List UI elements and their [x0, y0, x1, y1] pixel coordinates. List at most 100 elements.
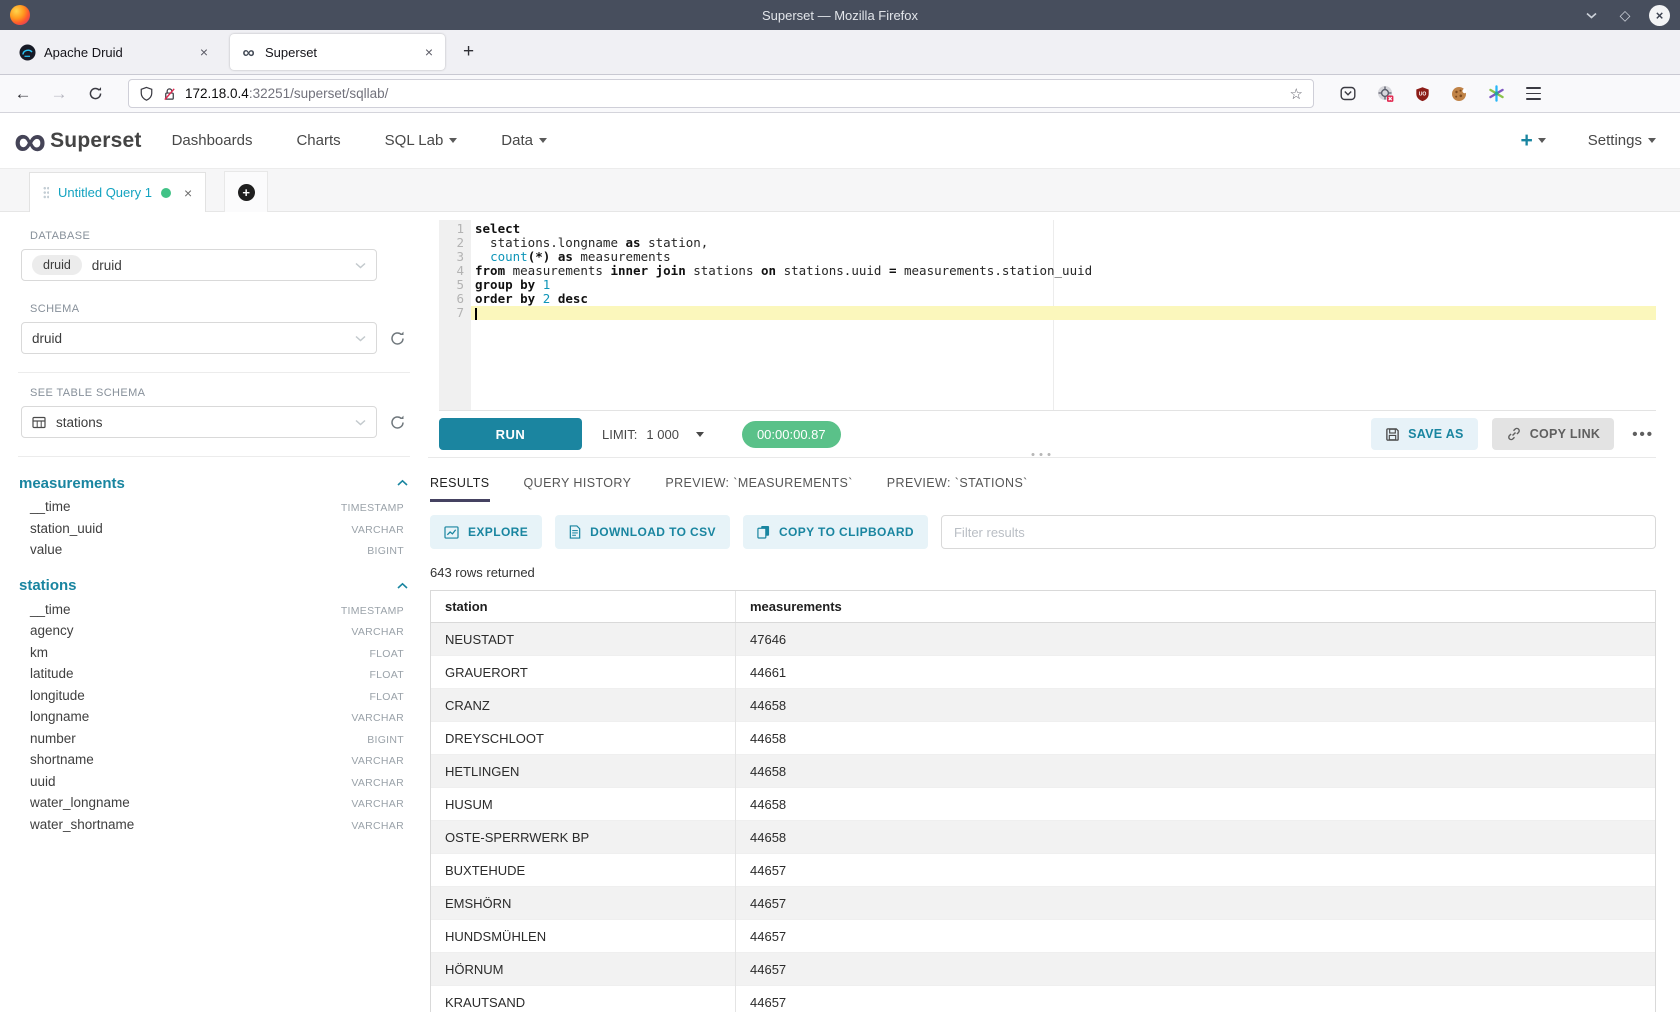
back-button[interactable]: ←: [8, 84, 38, 104]
column-header-station[interactable]: station: [431, 591, 736, 623]
results-tabs: RESULTS QUERY HISTORY PREVIEW: `MEASUREMEN…: [430, 476, 1656, 502]
lock-broken-icon[interactable]: [162, 86, 177, 102]
refresh-schema-icon[interactable]: [389, 330, 406, 347]
window-close-icon[interactable]: ×: [1649, 5, 1670, 26]
editor-line[interactable]: [471, 306, 1656, 320]
sql-editor[interactable]: 1234567 select stations.longname as stat…: [439, 220, 1656, 411]
tab-preview-stations[interactable]: PREVIEW: `STATIONS`: [887, 476, 1028, 499]
editor-line[interactable]: count(*) as measurements: [471, 250, 1656, 264]
database-badge: druid: [32, 255, 82, 275]
browser-tab-superset[interactable]: ∞ Superset ×: [230, 34, 445, 70]
table-cell: 44661: [736, 656, 1656, 689]
divider: [18, 372, 410, 373]
tab-results[interactable]: RESULTS: [430, 476, 490, 502]
query-tab-untitled-query-1[interactable]: Untitled Query 1 ×: [29, 172, 206, 212]
table-cell: NEUSTADT: [431, 623, 736, 656]
divider: [18, 456, 410, 457]
pane-divider[interactable]: [428, 457, 1656, 468]
extension-disabled-icon[interactable]: [1377, 85, 1394, 102]
drag-handle-icon[interactable]: [1029, 452, 1055, 457]
results-table-head-row: stationmeasurements: [431, 591, 1655, 623]
editor-line[interactable]: from measurements inner join stations on…: [471, 264, 1656, 278]
schema-table-measurements[interactable]: measurements: [19, 471, 408, 495]
pocket-icon[interactable]: [1340, 86, 1356, 101]
url-bar[interactable]: 172.18.0.4:32251/superset/sqllab/ ☆: [128, 79, 1314, 108]
infinity-logo-icon: ∞: [14, 123, 44, 159]
table-select[interactable]: stations: [21, 406, 377, 438]
nav-charts[interactable]: Charts: [296, 132, 340, 149]
new-tab-button[interactable]: +: [457, 41, 480, 63]
cookie-icon[interactable]: [1451, 86, 1467, 102]
tab-close-icon[interactable]: ×: [198, 44, 210, 60]
url-text[interactable]: 172.18.0.4:32251/superset/sqllab/: [185, 86, 1282, 101]
reload-button[interactable]: [80, 86, 110, 101]
chevron-up-icon[interactable]: [397, 582, 408, 590]
bookmark-star-icon[interactable]: ☆: [1290, 85, 1303, 103]
database-select[interactable]: druid druid: [21, 249, 377, 281]
schema-column-row: longitudeFLOAT: [30, 688, 404, 710]
editor-line[interactable]: select: [471, 222, 1656, 236]
schema-table-stations[interactable]: stations: [19, 574, 408, 598]
browser-tab-apache-druid[interactable]: Apache Druid ×: [9, 34, 220, 70]
editor-line[interactable]: order by 2 desc: [471, 292, 1656, 306]
window-maximize-icon[interactable]: ◇: [1615, 5, 1635, 25]
asterisk-extension-icon[interactable]: [1488, 85, 1505, 102]
tab-close-icon[interactable]: ×: [423, 44, 435, 60]
plus-circle-icon[interactable]: +: [238, 184, 255, 201]
query-tab-close-icon[interactable]: ×: [184, 185, 192, 201]
chevron-up-icon[interactable]: [397, 479, 408, 487]
window-title: Superset — Mozilla Firefox: [0, 8, 1680, 23]
schema-column-row: water_longnameVARCHAR: [30, 795, 404, 817]
sqllab-sidebar: DATABASE druid druid SCHEMA druid SEE TA…: [10, 212, 418, 1012]
copy-clipboard-button[interactable]: COPY TO CLIPBOARD: [743, 515, 928, 549]
nav-sql-lab[interactable]: SQL Lab: [385, 132, 458, 149]
run-button[interactable]: RUN: [439, 418, 582, 450]
menu-hamburger-icon[interactable]: [1526, 87, 1541, 99]
table-cell: 44657: [736, 953, 1656, 986]
browser-navbar: ← → 172.18.0.4:32251/superset/sqllab/ ☆ …: [0, 75, 1680, 113]
chevron-down-icon: [449, 138, 457, 143]
nav-data[interactable]: Data: [501, 132, 547, 149]
copy-link-button[interactable]: COPY LINK: [1492, 418, 1615, 450]
query-timer-badge: 00:00:00.87: [742, 421, 841, 448]
add-query-tab[interactable]: +: [224, 171, 268, 212]
editor-line[interactable]: stations.longname as station,: [471, 236, 1656, 250]
drag-handle-icon[interactable]: [43, 186, 49, 199]
editor-line[interactable]: group by 1: [471, 278, 1656, 292]
table-row: HUNDSMÜHLEN44657: [431, 920, 1655, 953]
superset-header: ∞ Superset Dashboards Charts SQL Lab Dat…: [0, 113, 1680, 169]
limit-value: 1 000: [646, 427, 679, 442]
schema-column-row: water_shortnameVARCHAR: [30, 817, 404, 839]
editor-gutter: 1234567: [439, 220, 471, 410]
ublock-icon[interactable]: UO: [1415, 86, 1430, 102]
shield-icon[interactable]: [139, 86, 154, 102]
settings-menu[interactable]: Settings: [1588, 132, 1656, 149]
table-row: GRAUERORT44661: [431, 656, 1655, 689]
editor-code[interactable]: select stations.longname as station, cou…: [471, 220, 1656, 410]
schema-select[interactable]: druid: [21, 322, 377, 354]
new-item-button[interactable]: +: [1521, 130, 1546, 151]
column-header-measurements[interactable]: measurements: [736, 591, 1656, 623]
explore-button[interactable]: EXPLORE: [430, 515, 542, 549]
superset-logo[interactable]: ∞ Superset: [14, 123, 142, 159]
download-csv-button[interactable]: DOWNLOAD TO CSV: [555, 515, 730, 549]
tab-query-history[interactable]: QUERY HISTORY: [524, 476, 632, 499]
filter-results-input[interactable]: [941, 515, 1656, 549]
nav-dashboards[interactable]: Dashboards: [172, 132, 253, 149]
tab-preview-measurements[interactable]: PREVIEW: `MEASUREMENTS`: [665, 476, 852, 499]
save-as-button[interactable]: SAVE AS: [1371, 418, 1478, 450]
window-minimize-icon[interactable]: [1581, 5, 1601, 25]
brand-name: Superset: [50, 129, 141, 153]
table-cell: GRAUERORT: [431, 656, 736, 689]
more-options-icon[interactable]: •••: [1632, 426, 1654, 443]
druid-favicon-icon: [19, 44, 36, 61]
link-icon: [1506, 426, 1522, 442]
app-nav: Dashboards Charts SQL Lab Data: [172, 132, 547, 149]
forward-button[interactable]: →: [44, 84, 74, 104]
refresh-table-icon[interactable]: [389, 414, 406, 431]
clipboard-icon: [757, 525, 770, 539]
limit-control[interactable]: LIMIT: 1 000: [602, 427, 704, 442]
status-dot-green: [161, 188, 171, 198]
schema-column-row: shortnameVARCHAR: [30, 752, 404, 774]
table-cell: HÖRNUM: [431, 953, 736, 986]
